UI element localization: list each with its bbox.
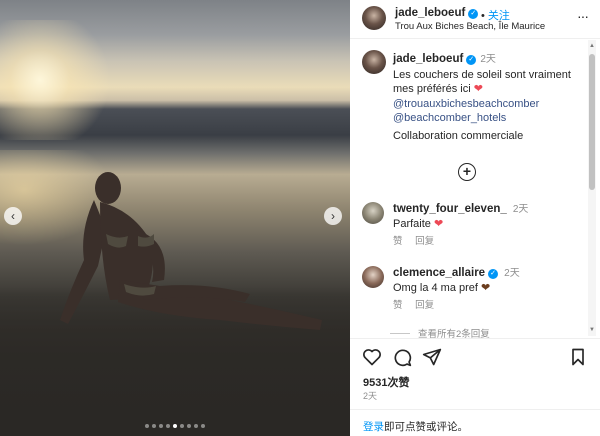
post-photo: ‹ ›: [0, 0, 350, 436]
chevron-left-icon: ‹: [11, 209, 15, 223]
verified-icon: ✓: [488, 269, 499, 279]
send-icon[interactable]: [422, 347, 442, 367]
instagram-post: ‹ › jade_leboeuf ✓ • 关注 Trou Aux Biches B…: [0, 0, 600, 436]
bookmark-icon[interactable]: [568, 347, 588, 367]
carousel-dot: [159, 424, 163, 428]
comment-author[interactable]: clemence_allaire: [393, 267, 485, 279]
comment-time: 2天: [512, 204, 529, 215]
location-link[interactable]: Trou Aux Biches Beach, Île Maurice: [395, 21, 545, 32]
heart-emoji: ❤: [433, 218, 444, 230]
chevron-right-icon: ›: [331, 209, 335, 223]
caption-time: 2天: [480, 54, 496, 65]
avatar[interactable]: [362, 6, 386, 30]
comments-scrollbar[interactable]: ▲ ▼: [588, 40, 596, 336]
carousel-prev-button[interactable]: ‹: [4, 207, 22, 225]
replies-line: [390, 333, 410, 334]
carousel-dot: [173, 424, 177, 428]
comment-reply-button[interactable]: 回复: [415, 236, 434, 247]
collab-label: Collaboration commerciale: [393, 130, 524, 142]
mention-link[interactable]: @beachcomber_hotels: [393, 111, 588, 126]
carousel-dot: [194, 424, 198, 428]
carousel-dot: [187, 424, 191, 428]
caption-author[interactable]: jade_leboeuf: [393, 53, 463, 65]
post-header: jade_leboeuf ✓ • 关注 Trou Aux Biches Beach…: [350, 0, 600, 39]
verified-icon: ✓: [468, 9, 479, 19]
comment-author[interactable]: twenty_four_eleven_: [393, 203, 507, 215]
login-text: 即可点赞或评论。: [384, 421, 468, 433]
post-time: 2天: [363, 391, 378, 401]
carousel-dot: [152, 424, 156, 428]
person-silhouette: [60, 172, 322, 330]
heart-icon[interactable]: [362, 347, 382, 367]
likes-count[interactable]: 9531次赞: [363, 374, 409, 390]
avatar[interactable]: [362, 266, 384, 288]
comment-text: Parfaite: [393, 218, 431, 230]
comment-text: Omg la 4 ma pref: [393, 282, 478, 294]
carousel-dot: [145, 424, 149, 428]
carousel-dot: [166, 424, 170, 428]
login-prompt: 登录即可点赞或评论。: [363, 419, 468, 434]
mention-link[interactable]: @trouauxbichesbeachcomber: [393, 97, 588, 112]
carousel-next-button[interactable]: ›: [324, 207, 342, 225]
author-username[interactable]: jade_leboeuf ✓: [395, 7, 479, 19]
heart-emoji: ❤: [473, 83, 483, 95]
comment-time: 2天: [504, 268, 520, 279]
avatar[interactable]: [362, 202, 384, 224]
author-name[interactable]: jade_leboeuf: [395, 7, 465, 19]
scroll-up-arrow-icon[interactable]: ▲: [589, 42, 595, 50]
carousel-indicator: [0, 424, 350, 428]
sun-glow: [0, 20, 120, 140]
comment-reply-button[interactable]: 回复: [415, 300, 434, 311]
more-icon[interactable]: ···: [577, 8, 589, 24]
comment-icon[interactable]: [392, 347, 412, 367]
action-bar: [362, 347, 588, 369]
plus-circle-icon[interactable]: +: [458, 163, 476, 181]
comment-like-button[interactable]: 赞: [393, 236, 403, 247]
carousel-dot: [180, 424, 184, 428]
comment-like-button[interactable]: 赞: [393, 300, 403, 311]
scrollbar-thumb[interactable]: [589, 54, 595, 190]
verified-icon: ✓: [466, 55, 477, 65]
brown-heart-emoji: ❤: [481, 282, 491, 294]
divider: [350, 409, 600, 410]
post-side-panel: jade_leboeuf ✓ • 关注 Trou Aux Biches Beach…: [350, 0, 600, 436]
carousel-dot: [201, 424, 205, 428]
divider: [350, 338, 600, 339]
scroll-down-arrow-icon[interactable]: ▼: [589, 326, 595, 334]
login-link[interactable]: 登录: [363, 421, 384, 433]
caption-block: jade_leboeuf ✓ 2天 Les couchers de soleil s…: [393, 52, 588, 126]
caption-avatar[interactable]: [362, 50, 386, 74]
